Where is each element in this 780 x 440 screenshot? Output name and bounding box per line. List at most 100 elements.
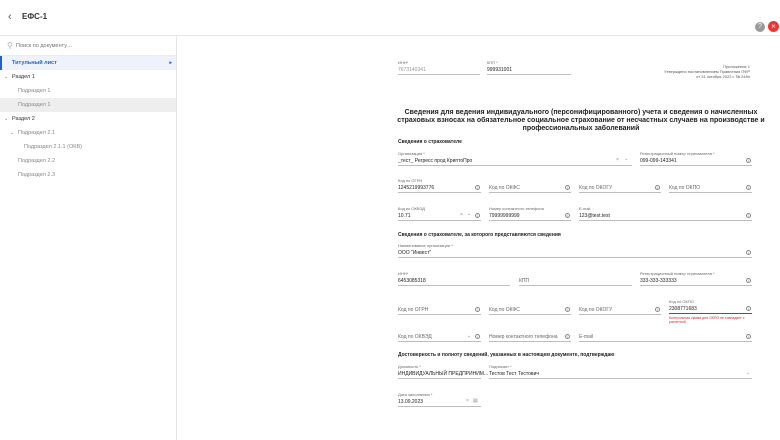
sidebar-item-subsection-2-1-1[interactable]: Подраздел 2.1.1 (ОКВ): [0, 140, 176, 154]
chevron-down-icon[interactable]: ⌄: [624, 156, 628, 162]
email-field[interactable]: 123@test.test: [579, 213, 610, 219]
okved-label: Код по ОКВЭД: [398, 206, 425, 211]
chevron-down-icon[interactable]: ⌄: [746, 370, 750, 376]
app-title: ЕФС-1: [22, 12, 48, 21]
sidebar-item-subsection-2-2[interactable]: Подраздел 2.2: [0, 154, 176, 168]
info-icon: i: [746, 306, 751, 311]
position-field[interactable]: ИНДИВИДУАЛЬНЫЙ ПРЕДПРИНИМ...: [398, 371, 488, 377]
clear-icon[interactable]: ×: [466, 398, 469, 404]
subject-org-field[interactable]: ООО "Инвест": [398, 250, 431, 256]
search-icon: ⚲: [7, 41, 13, 50]
info-icon: i: [475, 185, 480, 190]
info-icon: i: [565, 213, 570, 218]
date-field[interactable]: 13.09.2023: [398, 399, 423, 405]
phone-field[interactable]: 79999999999: [489, 213, 520, 219]
subject-reg-field[interactable]: 333-333-333333: [640, 278, 677, 284]
subject-reg-label: Регистрационный номер страхователя *: [640, 271, 715, 276]
info-icon: i: [746, 334, 751, 339]
ogrn-field[interactable]: 1245219993776: [398, 185, 434, 191]
inn-label: ИНН*: [398, 60, 409, 65]
sidebar-item-section-1[interactable]: ⌄ Раздел 1: [0, 70, 176, 84]
info-icon: i: [475, 307, 480, 312]
subject-okved-field[interactable]: Код по ОКВЭД: [398, 334, 432, 340]
sidebar-item-label: Подраздел 2.1: [18, 130, 56, 136]
clear-icon[interactable]: ×: [460, 212, 463, 218]
org-label: Организация *: [398, 151, 425, 156]
position-label: Должность *: [398, 364, 421, 369]
org-select[interactable]: _тест_ Регресс прод КриптоПро: [398, 158, 472, 164]
sidebar-item-subsection-2-3[interactable]: Подраздел 2.3: [0, 168, 176, 182]
sidebar-item-subsection-1-b[interactable]: Подраздел 1: [0, 98, 176, 112]
insurer-heading: Сведения о страхователе: [398, 139, 462, 145]
subject-heading: Сведения о страхователе, за которого пре…: [398, 232, 561, 238]
email-label: E-mail: [579, 206, 591, 211]
sidebar-item-label: Подраздел 2.2: [18, 158, 56, 164]
subject-okpo-field[interactable]: 2308771683: [669, 306, 697, 312]
chevron-down-icon: ⌄: [10, 130, 15, 136]
info-icon: i: [475, 334, 480, 339]
sidebar-item-label: Подраздел 2.3: [18, 172, 56, 178]
subject-phone-field[interactable]: Номер контактного телефона: [489, 334, 558, 340]
subject-email-field[interactable]: E-mail: [579, 334, 593, 340]
sidebar-item-subsection-2-1[interactable]: ⌄ Подраздел 2.1: [0, 126, 176, 140]
document-title: Сведения для ведения индивидуального (пе…: [397, 109, 765, 132]
inn-field[interactable]: 7673140341: [398, 67, 426, 73]
signer-label: Подписант *: [489, 364, 512, 369]
sidebar-item-label: Раздел 1: [12, 74, 35, 80]
close-icon[interactable]: ×: [768, 21, 779, 32]
appendix-note: Приложение 1 Утверждено постановлением П…: [664, 64, 750, 79]
chevron-down-icon: ⌄: [4, 74, 9, 80]
info-icon: i: [565, 185, 570, 190]
sidebar-item-section-2[interactable]: ⌄ Раздел 2: [0, 112, 176, 126]
sidebar-item-label: Подраздел 1: [18, 102, 51, 108]
subject-org-label: Наименование организации *: [398, 243, 453, 248]
subject-okpo-label: Код по ОКПО: [669, 299, 694, 304]
info-icon: i: [565, 334, 570, 339]
calendar-icon[interactable]: ▤: [473, 398, 478, 404]
sidebar: ⚲ Титульный лист ▸ ⌄ Раздел 1 Подраздел …: [0, 36, 177, 440]
info-icon: i: [746, 213, 751, 218]
info-icon: i: [746, 158, 751, 163]
okpo-field[interactable]: Код по ОКПО: [669, 185, 700, 191]
okfs-field[interactable]: Код по ОКФС: [489, 185, 520, 191]
subject-okogu-field[interactable]: Код по ОКОГУ: [579, 307, 612, 313]
subject-inn-field[interactable]: 6453085318: [398, 278, 426, 284]
search-input[interactable]: [16, 39, 166, 53]
sidebar-item-subsection-1-a[interactable]: Подраздел 1: [0, 84, 176, 98]
arrow-left-icon[interactable]: ‹: [8, 11, 12, 23]
info-icon: i: [655, 185, 660, 190]
sidebar-item-label: Подраздел 2.1.1 (ОКВ): [24, 144, 82, 150]
subject-okfs-field[interactable]: Код по ОКФС: [489, 307, 520, 313]
okpo-error-message: Контрольная сумма для ОКПО не совпадает …: [669, 316, 745, 324]
info-icon: i: [746, 250, 751, 255]
clear-icon[interactable]: ×: [616, 157, 619, 163]
form-area: ИНН* 7673140341 КПП * 999931001 Приложен…: [178, 36, 780, 440]
info-icon: i: [655, 307, 660, 312]
reg-number-field[interactable]: 099-099-143341: [640, 158, 677, 164]
subject-ogrn-field[interactable]: Код по ОГРН: [398, 307, 428, 313]
chevron-down-icon[interactable]: ⌄: [467, 211, 471, 217]
reg-number-label: Регистрационный номер страхователя *: [640, 151, 715, 156]
confirm-heading: Достоверность и полноту сведений, указан…: [398, 352, 615, 358]
search-bar: ⚲: [0, 36, 176, 56]
ogrn-label: Код по ОГРН: [398, 178, 423, 183]
info-icon: i: [746, 185, 751, 190]
phone-label: Номер контактного телефона: [489, 206, 544, 211]
chevron-right-icon: ▸: [169, 60, 172, 66]
info-icon: i: [565, 307, 570, 312]
sidebar-item-label: Титульный лист: [12, 60, 57, 66]
subject-kpp-field[interactable]: КПП: [519, 278, 529, 284]
okved-field[interactable]: 10.71: [398, 213, 411, 219]
okogu-field[interactable]: Код по ОКОГУ: [579, 185, 612, 191]
question-icon[interactable]: ?: [755, 22, 765, 32]
chevron-down-icon[interactable]: ⌄: [467, 333, 471, 339]
info-icon: i: [475, 213, 480, 218]
date-label: Дата заполнения *: [398, 392, 433, 397]
signer-select[interactable]: Тестов Тест Тестович: [489, 371, 539, 377]
kpp-field[interactable]: 999931001: [487, 67, 512, 73]
kpp-label: КПП *: [487, 60, 498, 65]
sidebar-item-label: Раздел 2: [12, 116, 35, 122]
subject-inn-label: ИНН*: [398, 271, 409, 276]
top-bar: ‹ ЕФС-1 ? ×: [0, 0, 780, 36]
sidebar-item-title-page[interactable]: Титульный лист ▸: [0, 56, 176, 70]
